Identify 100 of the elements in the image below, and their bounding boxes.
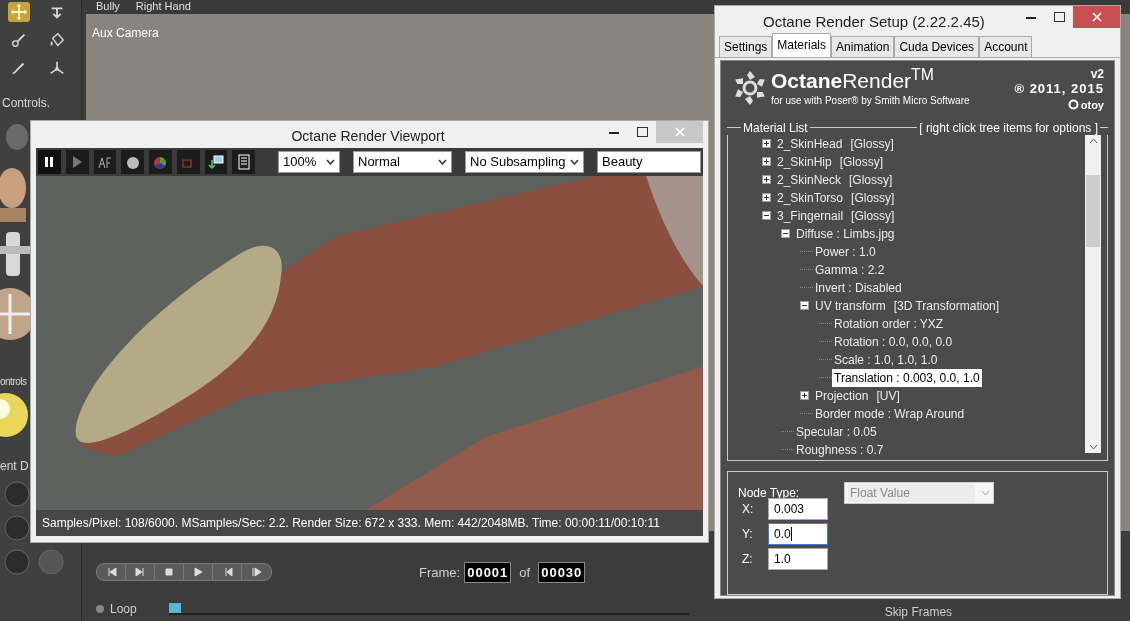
tree-item[interactable]: Scale : 1.0, 1.0, 1.0 (832, 350, 940, 369)
expand-icon[interactable] (800, 391, 809, 400)
material-ball-icon[interactable] (4, 515, 30, 541)
expand-icon[interactable] (762, 193, 771, 202)
tab[interactable]: Settings (719, 35, 773, 57)
collapse-icon[interactable] (781, 229, 790, 238)
pause-button[interactable] (38, 150, 61, 174)
log-button[interactable] (232, 150, 255, 174)
version-label: v2 (1090, 66, 1104, 81)
tree-item[interactable]: Diffuse : Limbs.jpg (794, 224, 897, 243)
brush-icon (10, 31, 28, 49)
tree-item[interactable]: Specular : 0.05 (794, 422, 879, 441)
tree-item[interactable]: 3_Fingernail [Glossy] (775, 206, 897, 225)
dropdown[interactable]: No Subsampling (465, 151, 584, 173)
group-title: Material List (742, 119, 809, 137)
tree-item[interactable]: Power : 1.0 (813, 242, 878, 261)
brand-subtitle: for use with Poser® by Smith Micro Software (771, 93, 970, 108)
value-field[interactable]: 0.0 (768, 522, 828, 545)
play-button[interactable] (65, 150, 89, 174)
frame-counter[interactable]: 00001 (464, 561, 512, 583)
panel-title: ent D (0, 458, 29, 475)
paint-bucket-icon (48, 31, 66, 49)
caret-icon (438, 159, 447, 165)
timeline-track[interactable] (168, 603, 689, 615)
panel-title: ontrols (0, 375, 27, 389)
close-icon (674, 127, 685, 137)
playback-icon (250, 566, 263, 579)
tab[interactable]: Cuda Devices (894, 35, 980, 57)
loop-radio[interactable] (96, 605, 104, 613)
frame-label: Frame: (419, 563, 461, 582)
field-label: X: (741, 500, 755, 518)
field-label: Z: (741, 550, 754, 568)
af-icon (96, 154, 113, 170)
tab[interactable]: Animation (831, 35, 895, 57)
move-arrows-icon (10, 3, 28, 21)
material-button[interactable] (121, 150, 144, 174)
autofocus-button[interactable] (93, 150, 117, 174)
maximize-icon (1053, 12, 1065, 22)
dropdown[interactable]: Beauty (597, 151, 701, 173)
skip-frames-label: Skip Frames (884, 604, 953, 621)
playback-icon (134, 566, 146, 579)
axes-icon (48, 59, 66, 77)
collapse-icon[interactable] (800, 301, 809, 310)
of-label: of (519, 563, 531, 582)
close-icon (1091, 12, 1102, 22)
collapse-icon[interactable] (762, 211, 771, 220)
tab[interactable]: Account (979, 35, 1033, 57)
tree-item[interactable]: Projection [UV] (813, 386, 902, 405)
tree-item[interactable]: Gamma : 2.2 (813, 260, 887, 279)
value-field[interactable]: 0.003 (768, 497, 828, 520)
tab[interactable]: Materials (772, 32, 832, 57)
minimize-icon (609, 130, 619, 134)
material-ball-icon[interactable] (4, 549, 30, 575)
tree-item[interactable]: 2_SkinTorso [Glossy] (775, 188, 897, 207)
expand-icon[interactable] (762, 139, 771, 148)
tree-item[interactable]: Roughness : 0.7 (794, 440, 886, 459)
timeline-thumb[interactable] (168, 603, 181, 613)
playback-icon (192, 566, 204, 579)
list-icon (235, 154, 252, 170)
expand-icon[interactable] (762, 175, 771, 184)
window-title: Octane Render Viewport (290, 127, 446, 146)
tree-item[interactable]: Rotation order : YXZ (832, 314, 946, 333)
figure-menu[interactable]: Right Hand (135, 1, 191, 13)
tree-item[interactable]: 2_SkinHead [Glossy] (775, 134, 896, 153)
caret-icon (570, 159, 579, 165)
field-label: Y: (741, 525, 754, 543)
import-button[interactable] (204, 150, 228, 174)
dropdown[interactable]: Normal (353, 151, 452, 173)
brand-name: OctaneRender$^{TM}$ (771, 68, 935, 93)
scrollbar[interactable] (1085, 134, 1101, 453)
expand-icon[interactable] (762, 157, 771, 166)
tree-item[interactable]: Border mode : Wrap Around (813, 404, 967, 423)
tree-item[interactable]: 2_SkinHip [Glossy] (775, 152, 886, 171)
scroll-thumb[interactable] (1086, 174, 1100, 247)
company-label: otoy (1080, 97, 1104, 113)
color-button[interactable] (149, 150, 172, 174)
copyright-label: ® 2011, 2015 (1014, 80, 1104, 97)
loop-label: Loop (110, 601, 137, 618)
color-wheel-icon (152, 154, 169, 170)
group-hint: [ right click tree items for options ] (918, 119, 1099, 137)
window-title: Octane Render Setup (2.22.2.45) (762, 12, 986, 32)
sphere-icon (124, 154, 141, 170)
material-ball-icon[interactable] (4, 481, 30, 507)
import-icon (207, 154, 224, 170)
tree-item[interactable]: Invert : Disabled (813, 278, 904, 297)
tree-item[interactable]: 2_SkinNeck [Glossy] (775, 170, 895, 189)
status-bar: Samples/Pixel: 108/6000. MSamples/Sec: 2.2. Render Size: 672 x 333. Mem: 442/2048MB. Time: 00:00:11/00:10:11 (36, 510, 703, 536)
caret-icon (981, 489, 990, 496)
maximize-icon (636, 127, 648, 137)
value-field[interactable]: 1.0 (768, 547, 828, 570)
dropdown[interactable]: 100% (278, 151, 340, 173)
tree-item[interactable]: Rotation : 0.0, 0.0, 0.0 (832, 332, 955, 351)
panel-title: Controls. (2, 95, 51, 112)
tree-item[interactable]: UV transform [3D Transformation] (813, 296, 1002, 315)
move-arrows-tool[interactable] (8, 2, 30, 22)
tree-item[interactable]: Translation : 0.003, 0.0, 1.0 (832, 368, 982, 387)
camera-label: Aux Camera (92, 25, 159, 40)
figure-menu[interactable]: Bully (96, 1, 120, 13)
caret-icon (326, 159, 335, 165)
frame-total[interactable]: 00030 (538, 561, 586, 583)
